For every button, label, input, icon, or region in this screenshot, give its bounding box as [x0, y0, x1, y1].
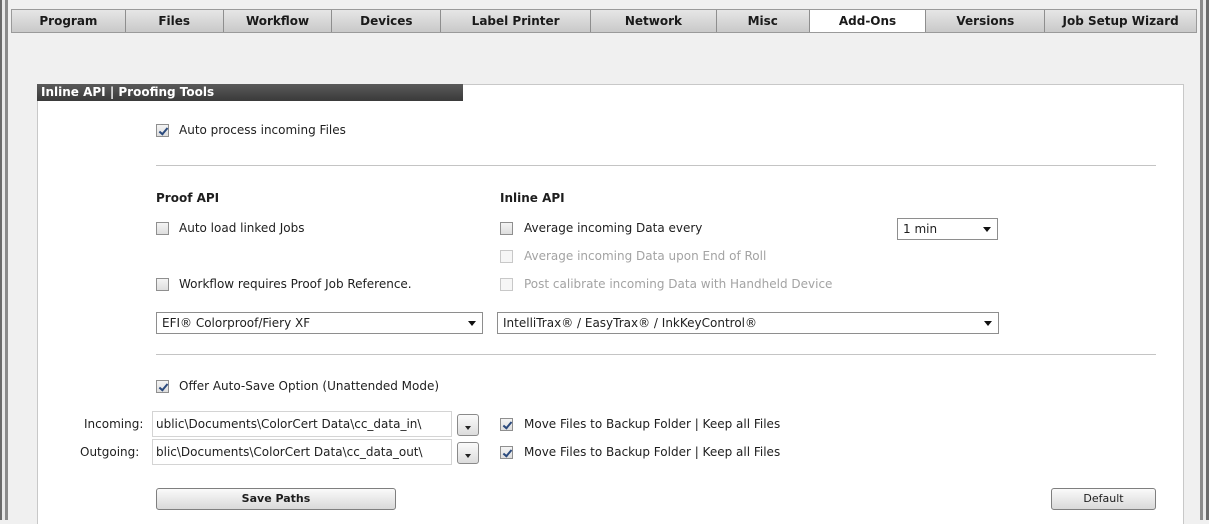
- average-end-of-roll-checkbox[interactable]: [500, 250, 513, 263]
- chevron-down-icon: [465, 454, 471, 458]
- post-calibrate-label: Post calibrate incoming Data with Handhe…: [524, 277, 833, 291]
- average-interval-value: 1 min: [903, 222, 938, 236]
- proof-api-select[interactable]: EFI® Colorproof/Fiery XF: [156, 312, 483, 334]
- incoming-label: Incoming:: [84, 417, 144, 431]
- tab-job-setup-wizard[interactable]: Job Setup Wizard: [1045, 10, 1196, 32]
- requires-proof-ref-checkbox[interactable]: [156, 278, 169, 291]
- tab-network[interactable]: Network: [591, 10, 717, 32]
- tab-bar: Program Files Workflow Devices Label Pri…: [11, 9, 1197, 33]
- average-every-checkbox[interactable]: [500, 222, 513, 235]
- inline-api-heading: Inline API: [500, 191, 565, 205]
- proof-api-select-value: EFI® Colorproof/Fiery XF: [162, 316, 311, 330]
- average-every-label: Average incoming Data every: [524, 221, 703, 235]
- divider: [156, 354, 1156, 355]
- tab-add-ons[interactable]: Add-Ons: [809, 10, 927, 32]
- tab-misc[interactable]: Misc: [716, 10, 810, 32]
- tab-workflow[interactable]: Workflow: [223, 10, 333, 32]
- average-interval-select[interactable]: 1 min: [897, 218, 998, 240]
- window-frame-left: [0, 0, 8, 520]
- chevron-down-icon: [465, 426, 471, 430]
- outgoing-move-label: Move Files to Backup Folder | Keep all F…: [524, 445, 781, 459]
- tab-versions[interactable]: Versions: [926, 10, 1046, 32]
- tab-devices[interactable]: Devices: [332, 10, 442, 32]
- window-frame-right: [1200, 0, 1209, 520]
- outgoing-path-field[interactable]: blic\Documents\ColorCert Data\cc_data_ou…: [152, 439, 452, 465]
- auto-load-linked-jobs-label: Auto load linked Jobs: [179, 221, 305, 235]
- incoming-move-checkbox[interactable]: [500, 418, 513, 431]
- tab-label-printer[interactable]: Label Printer: [441, 10, 592, 32]
- proof-api-heading: Proof API: [156, 191, 220, 205]
- divider: [156, 165, 1156, 166]
- chevron-down-icon: [468, 321, 476, 326]
- auto-process-checkbox[interactable]: [156, 124, 169, 137]
- outgoing-move-checkbox[interactable]: [500, 446, 513, 459]
- incoming-browse-button[interactable]: [457, 414, 479, 436]
- inline-api-select-value: IntelliTrax® / EasyTrax® / InkKeyControl…: [503, 316, 758, 330]
- outgoing-browse-button[interactable]: [457, 442, 479, 464]
- post-calibrate-checkbox[interactable]: [500, 278, 513, 291]
- requires-proof-ref-label: Workflow requires Proof Job Reference.: [179, 277, 412, 291]
- default-button[interactable]: Default: [1051, 488, 1156, 510]
- incoming-path-field[interactable]: ublic\Documents\ColorCert Data\cc_data_i…: [152, 411, 452, 437]
- save-paths-button[interactable]: Save Paths: [156, 488, 396, 510]
- outgoing-label: Outgoing:: [80, 445, 140, 459]
- auto-process-label: Auto process incoming Files: [179, 123, 346, 137]
- inline-api-select[interactable]: IntelliTrax® / EasyTrax® / InkKeyControl…: [497, 312, 999, 334]
- tab-files[interactable]: Files: [125, 10, 224, 32]
- chevron-down-icon: [984, 321, 992, 326]
- auto-load-linked-jobs-checkbox[interactable]: [156, 222, 169, 235]
- chevron-down-icon: [983, 227, 991, 232]
- auto-save-label: Offer Auto-Save Option (Unattended Mode): [179, 379, 440, 393]
- incoming-move-label: Move Files to Backup Folder | Keep all F…: [524, 417, 781, 431]
- section-header: Inline API | Proofing Tools: [37, 84, 463, 101]
- auto-save-checkbox[interactable]: [156, 380, 169, 393]
- tab-program[interactable]: Program: [12, 10, 126, 32]
- average-end-of-roll-label: Average incoming Data upon End of Roll: [524, 249, 767, 263]
